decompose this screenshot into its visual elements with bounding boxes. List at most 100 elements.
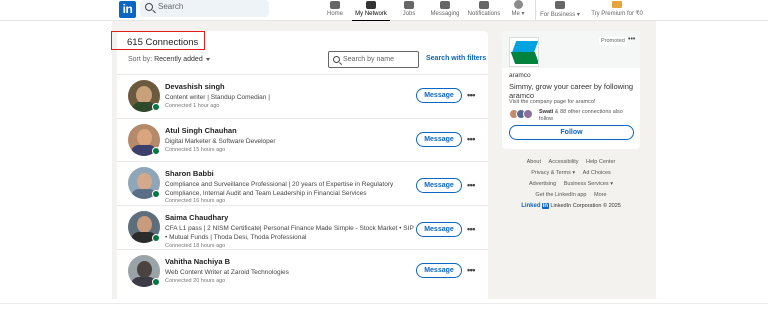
connections-card: 615 Connections Sort by: Recently added … [117, 31, 488, 299]
connected-time: Connected 1 hour ago [165, 103, 220, 109]
nav-home[interactable]: Home [324, 0, 346, 21]
annotation-highlight-box [111, 31, 205, 50]
online-status-indicator [152, 103, 160, 111]
nav-notifications-label: Notifications [467, 11, 501, 17]
online-status-indicator [152, 234, 160, 242]
nav-messaging-label: Messaging [430, 11, 460, 17]
nav-business-label: For Business ▾ [540, 12, 580, 18]
search-icon [333, 56, 340, 63]
follow-button[interactable]: Follow [509, 125, 634, 140]
connection-name[interactable]: Saima Chaudhary [165, 213, 228, 222]
nav-notifications[interactable]: Notifications [466, 0, 502, 21]
nav-for-business[interactable]: For Business ▾ [540, 0, 580, 21]
ad-banner: Promoted ••• [502, 31, 640, 68]
message-button[interactable]: Message [416, 132, 462, 147]
linkedin-logo[interactable]: in [119, 1, 136, 18]
nav-premium-label: Try Premium for ₹0 [591, 11, 643, 17]
online-status-indicator [152, 278, 160, 286]
ad-company-name: aramco [509, 72, 531, 79]
nav-messaging[interactable]: Messaging [428, 0, 462, 21]
footer-link-help-center[interactable]: Help Center [586, 159, 615, 165]
message-button[interactable]: Message [416, 178, 462, 193]
connection-row: Atul Singh Chauhan Digital Marketer & So… [117, 118, 488, 163]
connection-row: Saima Chaudhary CFA L1 pass | 2 NISM Cer… [117, 205, 488, 250]
briefcase-icon [404, 1, 414, 9]
message-button[interactable]: Message [416, 222, 462, 237]
more-options-icon[interactable]: ••• [467, 224, 475, 234]
sort-value: Recently added [154, 56, 203, 63]
connection-row: Vahitha Nachiya B Web Content Writer at … [117, 249, 488, 294]
avatar [513, 0, 523, 9]
footer-link-business-services[interactable]: Business Services ▾ [564, 181, 613, 187]
connection-name[interactable]: Devashish singh [165, 82, 225, 91]
footer-link-get-app[interactable]: Get the LinkedIn app [535, 192, 586, 198]
messaging-icon [440, 1, 450, 9]
nav-my-network[interactable]: My Network [352, 0, 390, 21]
nav-jobs-label: Jobs [402, 11, 416, 17]
sort-dropdown[interactable]: Sort by: Recently added [128, 56, 210, 63]
connection-headline: Web Content Writer at Zaroid Technologie… [165, 269, 289, 276]
grid-icon [555, 1, 565, 9]
ad-connection-avatars [509, 109, 537, 119]
ad-social-name: Swati [539, 109, 554, 115]
connection-row: Sharon Babbi Compliance and Surveillance… [117, 161, 488, 206]
ad-more-icon[interactable]: ••• [628, 36, 635, 43]
linkedin-wordmark: Linked in [521, 203, 549, 209]
aramco-logo[interactable] [509, 37, 539, 67]
nav-try-premium[interactable]: Try Premium for ₹0 [590, 0, 644, 21]
search-icon [145, 3, 153, 11]
connection-headline: CFA L1 pass | 2 NISM Certificate| Person… [165, 225, 414, 241]
connection-headline: Digital Marketer & Software Developer [165, 138, 276, 145]
online-status-indicator [152, 190, 160, 198]
premium-icon [612, 1, 622, 8]
nav-divider [535, 0, 536, 20]
message-button[interactable]: Message [416, 88, 462, 103]
top-nav: in Search Home My Network Jobs Messaging… [0, 0, 768, 21]
bottom-divider [0, 303, 768, 304]
more-options-icon[interactable]: ••• [467, 180, 475, 190]
footer-link-accessibility[interactable]: Accessibility [549, 159, 579, 165]
copyright: Linked in LinkedIn Corporation © 2025 [502, 203, 640, 209]
search-placeholder: Search [158, 2, 184, 11]
promoted-label: Promoted [599, 37, 627, 45]
ad-text: Simmy, grow your career by following ara… [509, 82, 634, 100]
ad-card: Promoted ••• aramco Simmy, grow your car… [502, 31, 640, 149]
nav-me[interactable]: Me ▾ [508, 0, 528, 21]
online-status-indicator [152, 147, 160, 155]
more-options-icon[interactable]: ••• [467, 134, 475, 144]
connection-row: Devashish singh Content writer | Standup… [117, 74, 488, 119]
nav-me-label: Me ▾ [511, 11, 525, 17]
bell-icon [479, 1, 489, 9]
connection-search-input[interactable]: Search by name [328, 51, 419, 68]
footer-link-more[interactable]: More [594, 192, 607, 198]
footer-link-advertising[interactable]: Advertising [529, 181, 556, 187]
network-icon [366, 1, 376, 9]
home-icon [330, 1, 340, 9]
caret-down-icon [205, 57, 210, 61]
nav-jobs[interactable]: Jobs [398, 0, 420, 21]
connected-time: Connected 15 hours ago [165, 147, 226, 153]
global-search-input[interactable]: Search [140, 0, 269, 17]
more-options-icon[interactable]: ••• [467, 90, 475, 100]
connection-name[interactable]: Sharon Babbi [165, 169, 214, 178]
connection-headline: Content writer | Standup Comedian | [165, 94, 270, 101]
connection-name[interactable]: Vahitha Nachiya B [165, 257, 230, 266]
more-options-icon[interactable]: ••• [467, 265, 475, 275]
page-footer: About Accessibility Help Center Privacy … [502, 157, 640, 209]
sort-prefix: Sort by: [128, 56, 153, 63]
search-with-filters-link[interactable]: Search with filters [426, 55, 486, 62]
copyright-text: LinkedIn Corporation © 2025 [550, 203, 621, 209]
footer-link-about[interactable]: About [527, 159, 541, 165]
message-button[interactable]: Message [416, 263, 462, 278]
nav-network-label: My Network [355, 11, 387, 17]
footer-link-privacy[interactable]: Privacy & Terms ▾ [531, 170, 575, 176]
ad-subtext: Visit the company page for aramco! [509, 99, 596, 105]
connected-time: Connected 20 hours ago [165, 278, 226, 284]
connection-name[interactable]: Atul Singh Chauhan [165, 126, 237, 135]
connection-search-placeholder: Search by name [343, 56, 394, 63]
footer-link-ad-choices[interactable]: Ad Choices [583, 170, 611, 176]
connection-headline: Compliance and Surveillance Professional… [165, 181, 394, 197]
nav-home-label: Home [326, 11, 343, 17]
ad-social-proof: Swati & 88 other connections also follow [539, 109, 637, 123]
connected-time: Connected 16 hours ago [165, 198, 226, 204]
